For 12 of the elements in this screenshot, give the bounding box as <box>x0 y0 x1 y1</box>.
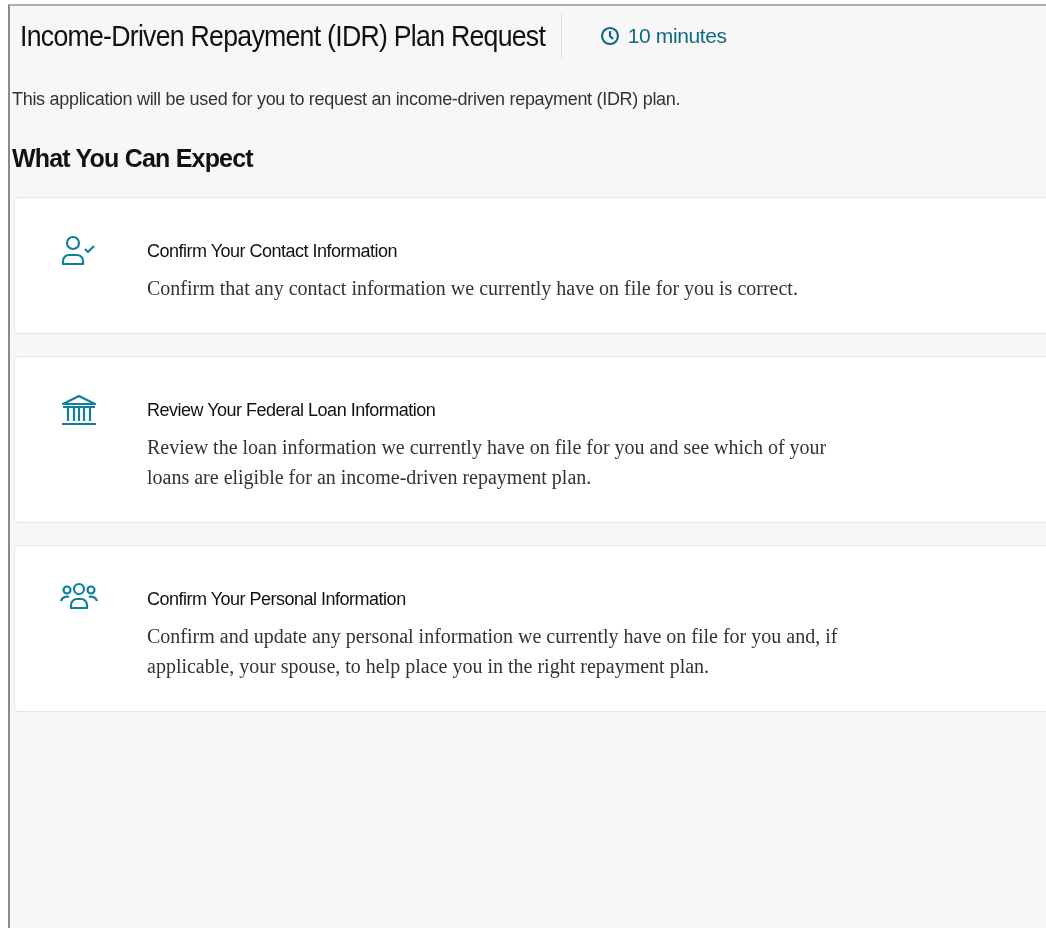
step-description: Confirm and update any personal information we currently have on file for you and, if applicable, your spouse, to help place you in the right repayment plan. <box>147 624 839 680</box>
step-title: Confirm Your Personal Information <box>147 588 407 611</box>
intro-text: This application will be used for you to request an income-driven repayment (IDR) plan. <box>12 88 682 111</box>
page-title: Income-Driven Repayment (IDR) Plan Request <box>20 18 546 54</box>
duration-text: 10 minutes <box>627 23 727 50</box>
step-description: Review the loan information we currently have on file for you and see which of your loans are eligible for an income-driven repayment plan. <box>147 435 828 491</box>
step-title: Review Your Federal Loan Information <box>147 399 437 422</box>
section-heading: What You Can Expect <box>12 143 255 173</box>
bank-icon <box>59 393 99 425</box>
step-title: Confirm Your Contact Information <box>147 240 399 263</box>
clock-icon <box>599 26 620 46</box>
step-description: Confirm that any contact information we currently have on file for you is correct. <box>147 276 798 302</box>
